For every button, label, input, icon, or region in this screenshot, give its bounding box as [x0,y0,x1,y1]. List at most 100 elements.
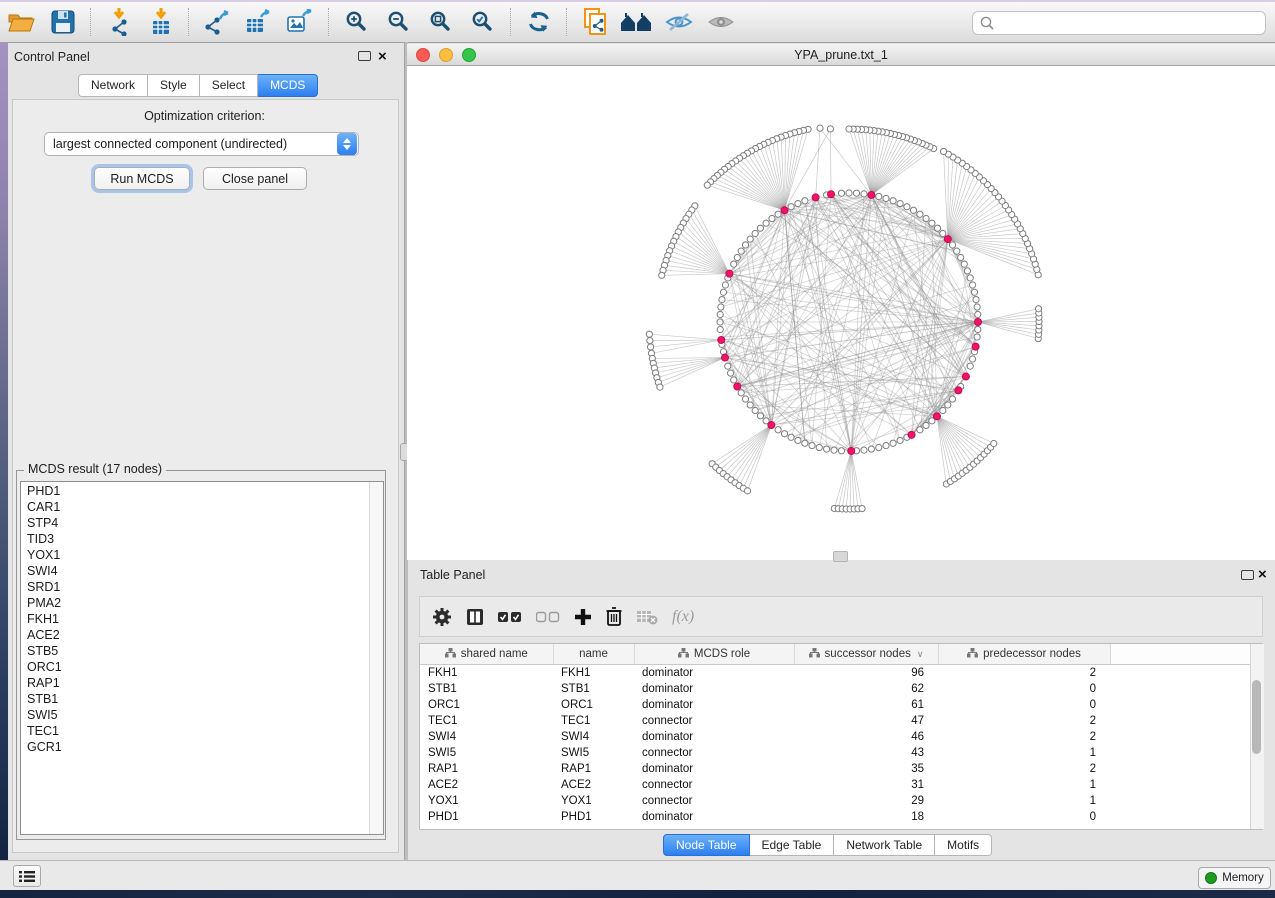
graph-node[interactable] [868,446,874,452]
graph-node[interactable] [763,220,769,226]
cell[interactable]: 62 [794,681,938,697]
graph-node[interactable] [917,211,923,217]
save-session-icon[interactable] [46,6,80,38]
table-panel-close-button[interactable]: × [1258,566,1267,584]
graph-node[interactable] [747,402,753,408]
export-table-icon[interactable] [242,6,276,38]
graph-node[interactable] [781,431,787,437]
graph-node[interactable] [719,296,725,302]
mcds-result-item[interactable]: SRD1 [27,579,383,595]
graph-node[interactable] [967,363,973,369]
graph-node[interactable] [883,442,889,448]
zoom-fit-icon[interactable] [424,6,458,38]
run-mcds-button[interactable]: Run MCDS [94,167,190,190]
graph-node[interactable] [954,248,960,254]
mcds-result-item[interactable]: SWI5 [27,707,383,723]
graph-node[interactable] [969,282,975,288]
first-neighbors-icon[interactable] [620,6,654,38]
table-row[interactable]: STB1STB1dominator620 [420,681,1251,697]
graph-hub-node[interactable] [975,319,982,326]
export-image-icon[interactable] [284,6,318,38]
tab-node-table[interactable]: Node Table [663,834,750,856]
cell[interactable]: 43 [794,745,938,761]
cell[interactable]: ORC1 [420,697,553,713]
cell[interactable]: FKH1 [420,665,553,682]
cell[interactable]: 96 [794,665,938,682]
export-network-icon[interactable] [200,6,234,38]
cell[interactable]: 0 [938,809,1110,825]
control-panel-float-button[interactable] [358,51,371,61]
tab-mcds[interactable]: MCDS [258,74,318,97]
graph-node[interactable] [802,440,808,446]
graph-node[interactable] [861,191,867,197]
graph-node[interactable] [731,261,737,267]
graph-node[interactable] [802,198,808,204]
zoom-in-icon[interactable] [340,6,374,38]
graph-node[interactable] [975,326,981,332]
cell[interactable]: SWI5 [420,745,553,761]
mcds-result-item[interactable]: TID3 [27,531,383,547]
graph-node[interactable] [973,296,979,302]
cell[interactable]: connector [634,713,794,729]
tab-network-table[interactable]: Network Table [834,834,935,856]
cell[interactable]: RAP1 [420,761,553,777]
tab-style[interactable]: Style [148,74,200,97]
cell[interactable]: connector [634,745,794,761]
cell[interactable]: 47 [794,713,938,729]
graph-node[interactable] [747,236,753,242]
graph-node[interactable] [964,268,970,274]
search-field[interactable] [972,11,1266,35]
graph-node[interactable] [853,190,859,196]
cell[interactable]: PHD1 [553,809,634,825]
graph-node[interactable] [838,448,844,454]
graph-hub-node[interactable] [726,270,733,277]
tab-edge-table[interactable]: Edge Table [750,834,835,856]
cell[interactable]: FKH1 [553,665,634,682]
graph-node[interactable] [647,337,653,343]
graph-node[interactable] [788,204,794,210]
graph-node[interactable] [817,125,823,131]
cell[interactable]: YOX1 [420,793,553,809]
graph-node[interactable] [717,311,723,317]
cell[interactable]: RAP1 [553,761,634,777]
cell[interactable]: 61 [794,697,938,713]
graph-node[interactable] [727,370,733,376]
table-row[interactable]: SWI5SWI5connector431 [420,745,1251,761]
graph-hub-node[interactable] [908,431,915,438]
cell[interactable]: 2 [938,713,1110,729]
graph-node[interactable] [731,377,737,383]
cell[interactable]: 2 [938,729,1110,745]
graph-node[interactable] [846,126,852,132]
graph-node[interactable] [929,220,935,226]
graph-node[interactable] [823,446,829,452]
graph-hub-node[interactable] [828,191,835,198]
graph-node[interactable] [647,344,653,350]
graph-node[interactable] [827,126,833,132]
graph-node[interactable] [704,182,710,188]
table-settings-gear-icon[interactable] [432,602,452,632]
graph-node[interactable] [969,356,975,362]
cell[interactable]: 1 [938,777,1110,793]
hide-selected-icon[interactable] [662,6,696,38]
graph-node[interactable] [775,427,781,433]
zoom-selected-icon[interactable] [466,6,500,38]
cell[interactable]: connector [634,793,794,809]
graph-node[interactable] [757,225,763,231]
graph-node[interactable] [769,215,775,221]
graph-node[interactable] [991,440,997,446]
graph-node[interactable] [967,275,973,281]
cell[interactable]: 1 [938,745,1110,761]
mcds-result-item[interactable]: ACE2 [27,627,383,643]
cell[interactable]: STB1 [553,681,634,697]
graph-node[interactable] [757,413,763,419]
task-history-button[interactable] [13,865,41,887]
graph-node[interactable] [846,190,852,196]
graph-node[interactable] [876,193,882,199]
table-panel-float-button[interactable] [1241,570,1254,580]
mcds-result-item[interactable]: ORC1 [27,659,383,675]
table-row[interactable]: ORC1ORC1dominator610 [420,697,1251,713]
add-column-icon[interactable] [574,602,592,632]
graph-node[interactable] [910,207,916,213]
graph-hub-node[interactable] [944,236,951,243]
optimization-criterion-select[interactable]: largest connected component (undirected) [44,132,359,156]
